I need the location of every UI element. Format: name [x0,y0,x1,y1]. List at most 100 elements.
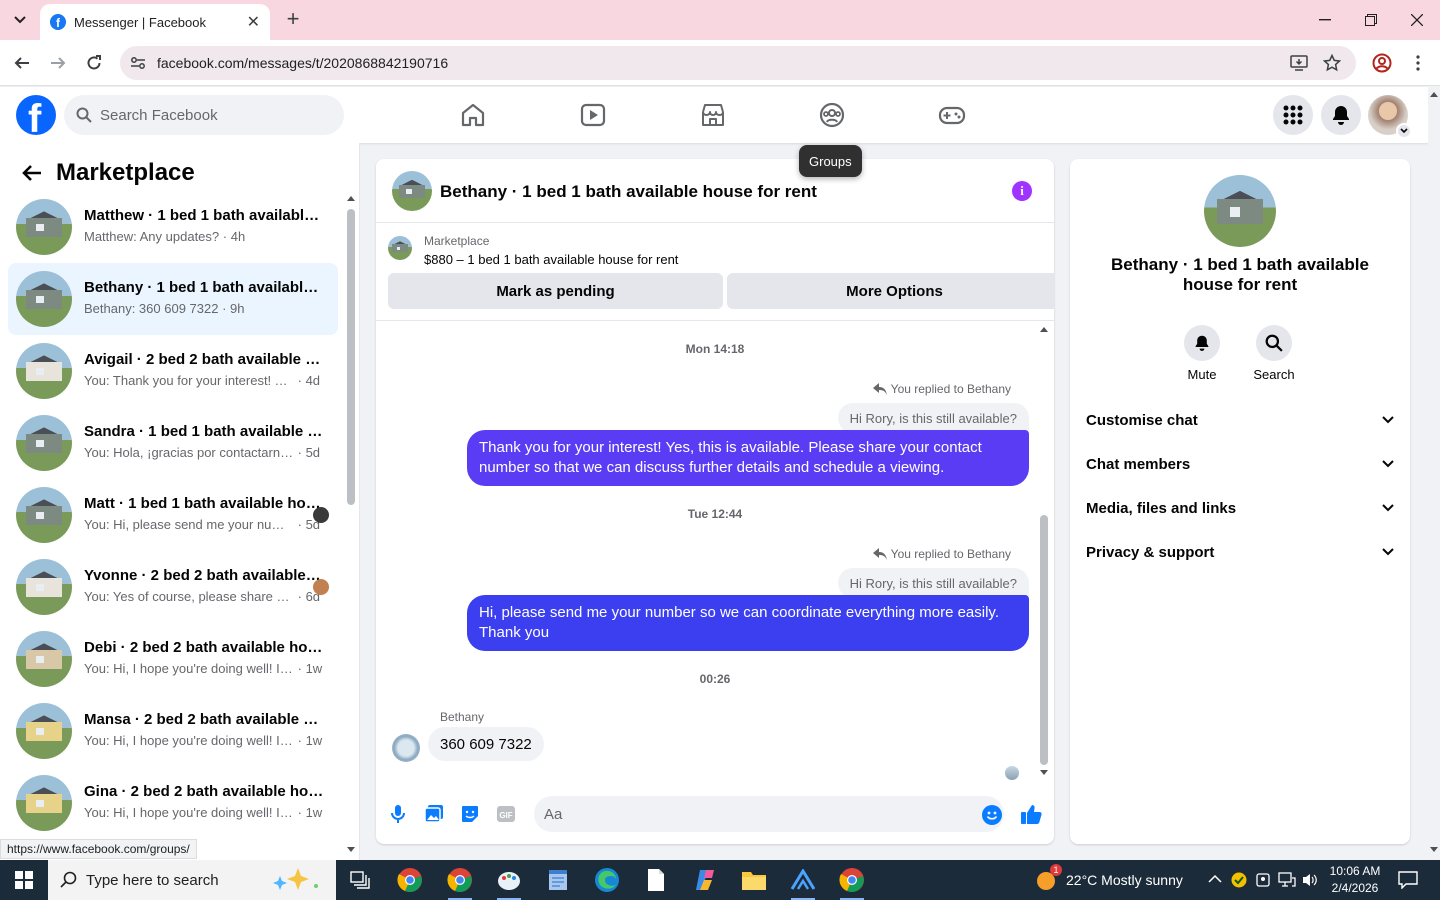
snippet-time: 1w [305,733,323,748]
reload-button[interactable] [82,51,106,75]
mark-as-pending-button[interactable]: Mark as pending [388,273,723,309]
network-icon[interactable] [1278,872,1296,888]
search-input[interactable] [100,106,320,124]
facebook-logo[interactable]: f [16,95,56,135]
conversation-item[interactable]: Matt · 1 bed 1 bath available house for … [8,479,338,551]
thumbs-up-icon[interactable] [1019,802,1043,826]
profile-icon[interactable] [1370,51,1394,75]
chat-title[interactable]: Bethany · 1 bed 1 bath available house f… [440,182,817,202]
system-clock[interactable]: 10:06 AM 2/4/2026 [1320,863,1390,897]
bookmark-star-icon[interactable] [1323,54,1341,72]
chat-scrollbar-thumb[interactable] [1040,515,1048,765]
quoted-message[interactable]: Hi Rory, is this still available? [837,568,1029,598]
back-arrow-icon[interactable] [16,157,48,189]
outgoing-message[interactable]: Hi, please send me your number so we can… [467,595,1029,651]
task-view-icon[interactable] [340,864,380,896]
scroll-up-arrow-icon[interactable] [347,195,355,201]
conversation-item[interactable]: Sandra · 1 bed 1 bath available house fo… [8,407,338,479]
browser-tab-messenger[interactable]: f Messenger | Facebook ✕ [40,4,270,40]
search-in-chat-button[interactable]: Search [1244,325,1304,382]
sidebar-title: Marketplace [56,159,195,186]
sidebar-scrollbar-thumb[interactable] [347,209,355,505]
conversation-item[interactable]: Debi · 2 bed 2 bath available house for … [8,623,338,695]
meet-now-icon[interactable] [1256,872,1270,888]
new-tab-button[interactable]: + [282,8,304,30]
edge-icon[interactable] [587,864,627,896]
details-section-row[interactable]: Chat members [1078,442,1402,486]
scroll-down-arrow-icon[interactable] [1040,770,1048,776]
chevron-up-icon[interactable] [1208,872,1222,886]
notifications-button[interactable] [1321,95,1361,135]
link-preview-status: https://www.facebook.com/groups/ [0,839,197,859]
message-input[interactable] [534,796,1004,832]
conversation-item[interactable]: Avigail · 2 bed 2 bath available house f… [8,335,338,407]
scroll-up-arrow-icon[interactable] [1430,91,1438,97]
listing-description[interactable]: $880 – 1 bed 1 bath available house for … [424,252,678,267]
weather-widget[interactable]: 1 22°C Mostly sunny [1034,860,1183,900]
file-explorer-icon[interactable] [734,864,774,896]
forward-button[interactable] [46,51,70,75]
copilot-icon[interactable] [685,864,725,896]
taskbar-search-box[interactable]: Type here to search [48,860,336,900]
chrome-icon[interactable] [440,864,480,900]
menu-button[interactable] [1273,95,1313,135]
chrome-profile-icon[interactable] [390,864,430,896]
gaming-icon[interactable] [938,101,966,129]
contact-avatar[interactable] [1204,175,1276,247]
details-section-row[interactable]: Media, files and links [1078,486,1402,530]
sticker-icon[interactable] [458,802,482,826]
incoming-message[interactable]: 360 609 7322 [428,727,544,761]
minimize-window-button[interactable] [1302,0,1348,40]
vpn-app-icon[interactable] [783,864,823,900]
site-info-icon[interactable] [130,55,146,71]
chrome-window-icon[interactable] [832,864,872,900]
conversation-item[interactable]: Bethany · 1 bed 1 bath available house f… [8,263,338,335]
page-scrollbar[interactable] [1428,87,1440,860]
outgoing-message[interactable]: Thank you for your interest! Yes, this i… [467,430,1029,486]
conversation-avatar [16,703,72,759]
notepad-app-icon[interactable] [538,864,578,896]
scroll-down-arrow-icon[interactable] [1430,847,1438,853]
details-section-row[interactable]: Customise chat [1078,398,1402,442]
install-app-icon[interactable] [1290,54,1308,72]
scroll-up-arrow-icon[interactable] [1040,326,1048,332]
browser-menu-icon[interactable] [1406,51,1430,75]
quoted-message[interactable]: Hi Rory, is this still available? [837,403,1029,433]
mute-button[interactable]: Mute [1172,325,1232,382]
details-section-row[interactable]: Privacy & support [1078,530,1402,574]
info-icon[interactable]: i [1012,181,1032,201]
volume-icon[interactable] [1302,872,1318,888]
file-icon[interactable] [636,864,676,896]
close-window-button[interactable] [1394,0,1440,40]
conversation-item[interactable]: Mansa · 2 bed 2 bath available house for… [8,695,338,767]
groups-icon[interactable] [818,101,846,129]
sender-avatar[interactable] [392,734,420,762]
tab-search-button[interactable] [8,8,32,32]
tab-close-icon[interactable]: ✕ [247,12,260,32]
notification-center-icon[interactable] [1398,871,1418,889]
gif-icon[interactable]: GIF [494,802,518,826]
paint-app-icon[interactable] [489,864,529,900]
facebook-search[interactable] [64,95,344,135]
restore-window-button[interactable] [1348,0,1394,40]
back-button[interactable] [10,51,34,75]
emoji-icon[interactable] [982,805,1002,825]
scroll-down-arrow-icon[interactable] [347,847,355,853]
windows-start-button[interactable] [0,860,48,900]
chat-avatar[interactable] [392,171,432,211]
microphone-icon[interactable] [386,802,410,826]
account-avatar[interactable] [1368,95,1412,139]
conversation-item[interactable]: Matthew · 1 bed 1 bath available house f… [8,191,338,263]
home-icon[interactable] [459,101,487,129]
conversation-item[interactable]: Gina · 2 bed 2 bath available house for … [8,767,338,839]
marketplace-icon[interactable] [699,101,727,129]
conversation-snippet: You: Hola, ¡gracias por contactarnos! · … [84,445,320,460]
video-icon[interactable] [579,101,607,129]
norton-icon[interactable] [1231,872,1247,888]
snippet-time: 4h [230,229,246,244]
more-options-button[interactable]: More Options [727,273,1054,309]
address-bar[interactable]: facebook.com/messages/t/2020868842190716 [120,46,1356,80]
listing-thumbnail[interactable] [388,236,412,260]
photo-icon[interactable] [422,802,446,826]
conversation-item[interactable]: Yvonne · 2 bed 2 bath available house fo… [8,551,338,623]
